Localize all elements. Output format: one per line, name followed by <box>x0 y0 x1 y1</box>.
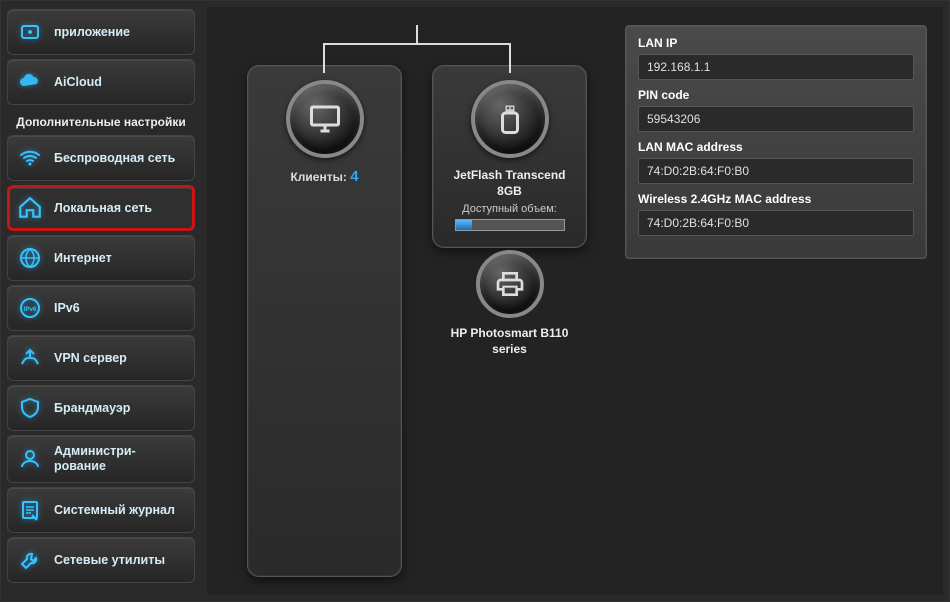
clients-count: 4 <box>350 168 358 185</box>
wifi-icon <box>16 144 44 172</box>
info-value-lanip: 192.168.1.1 <box>638 54 914 80</box>
usb-available-label: Доступный объем: <box>462 203 557 215</box>
sidebar-item-label: приложение <box>54 25 130 40</box>
sidebar-item-wan[interactable]: Интернет <box>7 235 195 281</box>
sidebar-item-tools[interactable]: Сетевые утилиты <box>7 537 195 583</box>
clients-card[interactable]: Клиенты: 4 <box>247 65 402 577</box>
info-label-lanip: LAN IP <box>638 36 914 50</box>
usb-usage-bar <box>455 219 565 231</box>
info-label-wmac: Wireless 2.4GHz MAC address <box>638 192 914 206</box>
clients-label: Клиенты: <box>290 170 346 184</box>
info-value-lanmac: 74:D0:2B:64:F0:B0 <box>638 158 914 184</box>
sidebar-item-label: Интернет <box>54 251 112 266</box>
home-icon <box>16 194 44 222</box>
system-info-panel: LAN IP 192.168.1.1 PIN code 59543206 LAN… <box>625 25 927 259</box>
info-label-pin: PIN code <box>638 88 914 102</box>
sidebar-item-app[interactable]: приложение <box>7 9 195 55</box>
info-value-pin: 59543206 <box>638 106 914 132</box>
log-icon <box>16 496 44 524</box>
sidebar: приложение AiCloud Дополнительные настро… <box>1 1 201 601</box>
sidebar-item-vpn[interactable]: VPN сервер <box>7 335 195 381</box>
main-area: Клиенты: 4 JetFlash Transcend 8GB Доступ… <box>201 1 949 601</box>
usb-device-name: JetFlash Transcend 8GB <box>443 168 576 199</box>
sidebar-item-label: AiCloud <box>54 75 102 90</box>
sidebar-item-label: Локальная сеть <box>54 201 152 216</box>
sidebar-item-lan[interactable]: Локальная сеть <box>7 185 195 231</box>
sidebar-item-label: VPN сервер <box>54 351 127 366</box>
sidebar-item-label: Брандмауэр <box>54 401 130 416</box>
sidebar-item-label: Администри-рование <box>54 444 186 474</box>
printer-icon <box>476 250 544 318</box>
info-label-lanmac: LAN MAC address <box>638 140 914 154</box>
printer-name: HP Photosmart B110 series <box>432 326 587 357</box>
globe-icon <box>16 244 44 272</box>
sidebar-item-label: Сетевые утилиты <box>54 553 165 568</box>
wrench-icon <box>16 546 44 574</box>
app-icon <box>16 18 44 46</box>
shield-icon <box>16 394 44 422</box>
sidebar-item-label: Системный журнал <box>54 503 175 518</box>
sidebar-item-admin[interactable]: Администри-рование <box>7 435 195 483</box>
ipv6-icon: IPv6 <box>16 294 44 322</box>
printer-card[interactable]: HP Photosmart B110 series <box>432 240 587 357</box>
vpn-icon <box>16 344 44 372</box>
sidebar-item-firewall[interactable]: Брандмауэр <box>7 385 195 431</box>
svg-text:IPv6: IPv6 <box>24 307 37 313</box>
usb-card[interactable]: JetFlash Transcend 8GB Доступный объем: <box>432 65 587 248</box>
sidebar-item-wireless[interactable]: Беспроводная сеть <box>7 135 195 181</box>
usb-stick-icon <box>471 80 549 158</box>
sidebar-item-label: Беспроводная сеть <box>54 151 175 166</box>
sidebar-item-label: IPv6 <box>54 301 80 316</box>
user-icon <box>16 445 44 473</box>
monitor-icon <box>286 80 364 158</box>
sidebar-item-syslog[interactable]: Системный журнал <box>7 487 195 533</box>
sidebar-section-title: Дополнительные настройки <box>7 109 195 131</box>
sidebar-item-ipv6[interactable]: IPv6 IPv6 <box>7 285 195 331</box>
cloud-icon <box>16 68 44 96</box>
network-map: Клиенты: 4 JetFlash Transcend 8GB Доступ… <box>223 25 611 577</box>
info-value-wmac: 74:D0:2B:64:F0:B0 <box>638 210 914 236</box>
sidebar-item-aicloud[interactable]: AiCloud <box>7 59 195 105</box>
